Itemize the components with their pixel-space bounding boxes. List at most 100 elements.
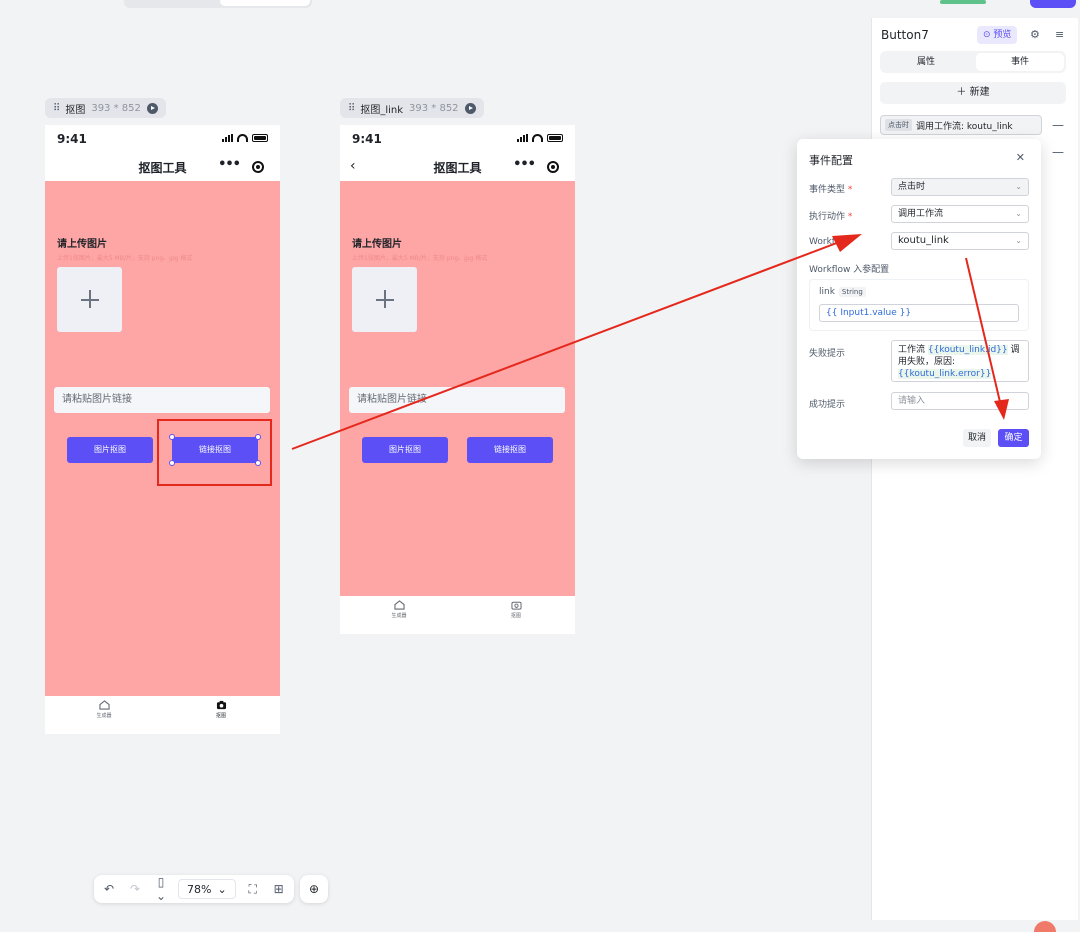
- tab-generator[interactable]: 生成器: [74, 700, 134, 719]
- wifi-icon: [237, 134, 248, 142]
- close-capsule-icon[interactable]: [547, 161, 559, 173]
- event-item[interactable]: 点击时 调用工作流: koutu_link: [880, 115, 1042, 135]
- status-bar: 9:41: [340, 125, 575, 153]
- workflow-select[interactable]: koutu_link ⌄: [891, 232, 1029, 250]
- tab-label: 抠图: [510, 613, 521, 619]
- fail-text: 工作流: [898, 345, 928, 355]
- top-bar: [0, 0, 1080, 18]
- panel-tabs: 属性 事件: [880, 51, 1066, 73]
- cancel-button[interactable]: 取消: [963, 429, 991, 447]
- image-cutout-button[interactable]: 图片抠图: [362, 437, 448, 463]
- play-icon[interactable]: [464, 102, 476, 114]
- new-event-button[interactable]: ＋ 新建: [880, 82, 1066, 104]
- tab-generator[interactable]: 生成器: [369, 600, 429, 619]
- view-switch[interactable]: [124, 0, 312, 8]
- upload-title: 请上传图片: [352, 239, 402, 250]
- action-select[interactable]: 调用工作流 ⌄: [891, 205, 1029, 223]
- link-cutout-button[interactable]: 链接抠图: [467, 437, 553, 463]
- resize-handle[interactable]: [255, 460, 261, 466]
- zoom-select[interactable]: 78% ⌄: [178, 879, 236, 899]
- resize-handle[interactable]: [169, 460, 175, 466]
- tab-events[interactable]: 事件: [976, 53, 1064, 71]
- new-event-label: 新建: [969, 87, 990, 98]
- more-icon[interactable]: •••: [513, 157, 536, 172]
- redo-icon[interactable]: ↷: [126, 882, 144, 896]
- action-label: 执行动作 *: [809, 209, 852, 222]
- tab-cutout[interactable]: 抠图: [486, 600, 546, 619]
- modal-title: 事件配置: [809, 154, 853, 167]
- action-value: 调用工作流: [898, 209, 944, 219]
- tab-label: 生成器: [391, 613, 407, 619]
- image-cutout-button[interactable]: 图片抠图: [67, 437, 153, 463]
- frame-tag-1[interactable]: ⠿ 抠图 393 * 852: [45, 98, 166, 118]
- frame-tag-2[interactable]: ⠿ 抠图_link 393 * 852: [340, 98, 484, 118]
- remove-event-icon[interactable]: —: [1052, 118, 1064, 132]
- link-input[interactable]: 请粘贴图片链接: [54, 387, 270, 413]
- drag-handle-icon[interactable]: ⠿: [348, 103, 355, 114]
- publish-button[interactable]: [1030, 0, 1076, 8]
- success-message-input[interactable]: 请输入: [891, 392, 1029, 410]
- link-input[interactable]: 请粘贴图片链接: [349, 387, 565, 413]
- drag-handle-icon[interactable]: ⠿: [53, 103, 60, 114]
- event-type-value: 点击时: [898, 182, 926, 192]
- confirm-button[interactable]: 确定: [998, 429, 1029, 447]
- param-name: link String: [819, 287, 866, 297]
- add-page-button[interactable]: ⊕: [300, 875, 328, 903]
- more-icon[interactable]: •••: [218, 157, 241, 172]
- param-value-input[interactable]: {{ Input1.value }}: [819, 304, 1019, 322]
- phone-frame-2[interactable]: 9:41 ‹ 抠图工具 ••• 请上传图片 上传1张图片，最大5 MB/片，支持…: [340, 125, 575, 634]
- event-config-modal: 事件配置 ✕ 事件类型 * 点击时 ⌄ 执行动作 * 调用工作流 ⌄ Workflo…: [797, 139, 1041, 459]
- add-page-icon: ⊕: [308, 882, 320, 896]
- undo-icon[interactable]: ↶: [100, 882, 118, 896]
- chevron-down-icon: ⌄: [217, 882, 227, 896]
- fail-message-label: 失败提示: [809, 349, 846, 359]
- resize-handle[interactable]: [255, 434, 261, 440]
- upload-title: 请上传图片: [57, 239, 107, 250]
- workflow-label: Workflow: [809, 237, 851, 247]
- home-icon: [98, 700, 110, 710]
- fail-message-input[interactable]: 工作流 {{koutu_link.id}} 调用失败，原因: {{koutu_l…: [891, 340, 1029, 382]
- chevron-down-icon: ⌄: [1015, 209, 1022, 218]
- param-name-text: link: [819, 287, 835, 297]
- page-title: 抠图工具: [138, 161, 187, 175]
- event-trigger-tag: 点击时: [885, 119, 912, 131]
- nav-bar: ‹ 抠图工具 •••: [340, 153, 575, 181]
- preview-button[interactable]: ⊙ 预览: [977, 26, 1018, 44]
- pointer-mode-icon[interactable]: ▯ ⌄: [152, 875, 170, 903]
- success-message-label: 成功提示: [809, 400, 846, 410]
- wifi-icon: [532, 134, 543, 142]
- collapse-panel-icon[interactable]: ≡: [1055, 28, 1064, 41]
- status-time: 9:41: [57, 132, 87, 146]
- event-type-select[interactable]: 点击时 ⌄: [891, 178, 1029, 196]
- resize-handle[interactable]: [169, 434, 175, 440]
- workflow-value: koutu_link: [898, 235, 949, 246]
- chevron-down-icon: ⌄: [1015, 236, 1022, 245]
- upload-box[interactable]: [57, 267, 122, 332]
- gear-icon[interactable]: ⚙: [1030, 28, 1040, 41]
- upload-box[interactable]: [352, 267, 417, 332]
- status-icons: [222, 134, 268, 142]
- status-icons: [517, 134, 563, 142]
- required-mark: *: [847, 185, 853, 195]
- tab-properties[interactable]: 属性: [882, 53, 970, 71]
- canvas-toolbar: ↶ ↷ ▯ ⌄ 78% ⌄ ⛶ ⊞: [94, 875, 294, 903]
- event-description: 调用工作流: koutu_link: [916, 121, 1013, 132]
- upload-hint: 上传1张图片，最大5 MB/片，支持 png、jpg 格式: [57, 255, 193, 262]
- fit-screen-icon[interactable]: ⛶: [244, 882, 262, 897]
- bottom-strip: [0, 920, 1080, 932]
- chevron-down-icon: ⌄: [1015, 182, 1022, 191]
- close-capsule-icon[interactable]: [252, 161, 264, 173]
- battery-icon: [252, 134, 268, 142]
- close-icon[interactable]: ✕: [1016, 151, 1025, 164]
- play-icon[interactable]: [146, 102, 158, 114]
- camera-icon: [510, 601, 522, 610]
- signal-icon: [222, 134, 233, 142]
- grid-icon[interactable]: ⊞: [270, 882, 288, 896]
- tab-cutout[interactable]: 抠图: [191, 700, 251, 719]
- view-switch-active[interactable]: [220, 0, 310, 6]
- status-time: 9:41: [352, 132, 382, 146]
- event-type-label: 事件类型 *: [809, 182, 852, 195]
- tab-label: 生成器: [96, 713, 112, 719]
- remove-event-icon[interactable]: —: [1052, 145, 1064, 159]
- params-label: Workflow 入参配置: [809, 265, 890, 275]
